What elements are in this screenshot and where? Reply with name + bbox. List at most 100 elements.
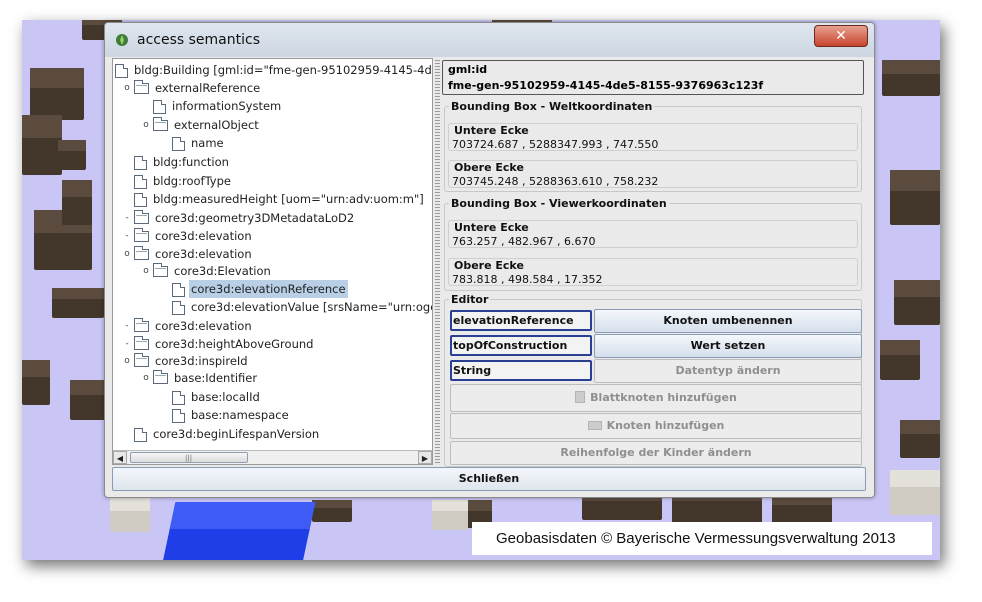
node-value-field[interactable]: topOfConstruction: [450, 335, 592, 356]
viewer-lower-label: Untere Ecke: [454, 221, 529, 234]
add-node-label: Knoten hinzufügen: [606, 419, 725, 432]
tree-node[interactable]: core3d:elevation: [134, 227, 254, 245]
tree-node-selected[interactable]: core3d:elevationReference: [172, 280, 348, 298]
file-icon: [134, 192, 147, 207]
close-dialog-button[interactable]: Schließen: [112, 467, 866, 491]
horizontal-scrollbar[interactable]: ◀ ||| ▶: [113, 450, 432, 464]
editor-title: Editor: [449, 293, 491, 306]
file-icon: [172, 408, 185, 423]
reorder-children-button[interactable]: Reihenfolge der Kinder ändern: [450, 441, 862, 465]
collapse-toggle-icon[interactable]: o: [122, 245, 132, 263]
tree-node-label: informationSystem: [172, 99, 282, 113]
building-shape: [30, 68, 84, 120]
scroll-left-arrow[interactable]: ◀: [113, 451, 127, 464]
tree-node-label: core3d:heightAboveGround: [155, 337, 314, 351]
tree-node[interactable]: externalObject: [153, 116, 261, 134]
scroll-thumb[interactable]: |||: [130, 452, 248, 463]
tree-node[interactable]: core3d:elevationValue [srsName="urn:ogc:…: [172, 298, 433, 316]
tree-node[interactable]: name: [172, 134, 226, 152]
access-semantics-dialog: access semantics ✕ bldg:Building [gml:id…: [104, 22, 875, 498]
file-icon: [134, 174, 147, 189]
viewer-bbox-group: Bounding Box - Viewerkoordinaten Untere …: [444, 197, 862, 291]
viewer-lower-value: 763.257 , 482.967 , 6.670: [452, 235, 596, 248]
tree-node[interactable]: core3d:beginLifespanVersion: [134, 425, 321, 443]
add-leaf-node-button[interactable]: Blattknoten hinzufügen: [450, 384, 862, 412]
file-icon: [134, 427, 147, 442]
add-node-button[interactable]: Knoten hinzufügen: [450, 413, 862, 439]
tree-node[interactable]: bldg:roofType: [134, 172, 233, 190]
data-type-field[interactable]: String: [450, 360, 592, 381]
file-icon: [153, 99, 166, 114]
editor-group: Editor elevationReference topOfConstruct…: [444, 293, 862, 467]
tree-node-label: base:namespace: [191, 408, 289, 422]
split-pane-divider[interactable]: [435, 58, 440, 465]
tree-node[interactable]: core3d:elevation: [134, 245, 254, 263]
viewer-upper-label: Obere Ecke: [454, 259, 524, 272]
expand-toggle-icon[interactable]: -: [122, 317, 132, 335]
world-lower-label: Untere Ecke: [454, 124, 529, 137]
folder-icon: [153, 370, 168, 384]
building-shape: [62, 180, 92, 225]
tree-node[interactable]: core3d:Elevation: [153, 262, 273, 280]
folder-icon: [134, 353, 149, 367]
world-upper-value: 703745.248 , 5288363.610 , 758.232: [452, 175, 659, 188]
gml-id-label: gml:id: [448, 63, 488, 76]
tree-node[interactable]: base:Identifier: [153, 369, 259, 387]
node-name-field[interactable]: elevationReference: [450, 310, 592, 331]
rename-node-button[interactable]: Knoten umbenennen: [594, 309, 862, 333]
world-lower-corner: Untere Ecke 703724.687 , 5288347.993 , 7…: [448, 123, 858, 151]
tree-node-label: base:Identifier: [174, 371, 258, 385]
collapse-toggle-icon[interactable]: o: [141, 262, 151, 280]
scroll-grip-icon: |||: [185, 454, 193, 462]
semantics-tree[interactable]: bldg:Building [gml:id="fme-gen-95102959-…: [112, 58, 433, 465]
building-shape: [22, 360, 50, 405]
viewer-upper-corner: Obere Ecke 783.818 , 498.584 , 17.352: [448, 258, 858, 286]
copyright-credit: Geobasisdaten © Bayerische Vermessungsve…: [472, 522, 932, 555]
collapse-toggle-icon[interactable]: o: [141, 116, 151, 134]
tree-node-label: core3d:elevationReference: [189, 280, 348, 298]
tree-node-label: core3d:elevation: [155, 319, 252, 333]
app-leaf-icon: [116, 34, 128, 46]
tree-node[interactable]: bldg:measuredHeight [uom="urn:adv:uom:m"…: [134, 190, 426, 208]
window-title: access semantics: [137, 32, 260, 48]
tree-node[interactable]: base:namespace: [172, 406, 291, 424]
expand-toggle-icon[interactable]: -: [122, 227, 132, 245]
tree-node[interactable]: externalReference: [134, 79, 262, 97]
title-bar[interactable]: access semantics ✕: [105, 23, 874, 57]
close-window-button[interactable]: ✕: [814, 25, 868, 47]
tree-node-label: core3d:elevationValue [srsName="urn:ogc:…: [191, 300, 433, 314]
collapse-toggle-icon[interactable]: o: [122, 79, 132, 97]
tree-node[interactable]: bldg:Building [gml:id="fme-gen-95102959-…: [115, 61, 432, 79]
file-icon: [172, 282, 185, 297]
tree-node-label: core3d:beginLifespanVersion: [153, 427, 320, 441]
tree-node[interactable]: core3d:heightAboveGround: [134, 335, 315, 353]
set-value-button[interactable]: Wert setzen: [594, 334, 862, 358]
folder-icon: [134, 336, 149, 350]
tree-node[interactable]: base:localId: [172, 388, 262, 406]
folder-icon: [134, 210, 149, 224]
building-shape: [312, 500, 352, 522]
tree-node-label: bldg:roofType: [153, 174, 231, 188]
change-data-type-button[interactable]: Datentyp ändern: [594, 359, 862, 383]
collapse-toggle-icon[interactable]: o: [141, 369, 151, 387]
expand-toggle-icon[interactable]: -: [122, 335, 132, 353]
add-leaf-node-label: Blattknoten hinzufügen: [590, 391, 737, 404]
details-panel: gml:id fme-gen-95102959-4145-4de5-8155-9…: [441, 58, 865, 467]
building-shape: [432, 500, 468, 530]
tree-node[interactable]: bldg:function: [134, 153, 231, 171]
tree-node[interactable]: core3d:geometry3DMetadataLoD2: [134, 209, 356, 227]
folder-icon: [134, 318, 149, 332]
tree-node-label: core3d:geometry3DMetadataLoD2: [155, 211, 355, 225]
scroll-right-arrow[interactable]: ▶: [418, 451, 432, 464]
folder-icon: [134, 228, 149, 242]
expand-toggle-icon[interactable]: -: [122, 209, 132, 227]
selected-building-shape[interactable]: [160, 502, 316, 560]
viewer-lower-corner: Untere Ecke 763.257 , 482.967 , 6.670: [448, 220, 858, 248]
collapse-toggle-icon[interactable]: o: [122, 352, 132, 370]
tree-node[interactable]: core3d:inspireId: [134, 352, 250, 370]
building-shape: [58, 140, 86, 170]
tree-node[interactable]: core3d:elevation: [134, 317, 254, 335]
tree-node-label: core3d:Elevation: [174, 264, 271, 278]
tree-node[interactable]: informationSystem: [153, 97, 283, 115]
viewer-upper-value: 783.818 , 498.584 , 17.352: [452, 273, 603, 286]
